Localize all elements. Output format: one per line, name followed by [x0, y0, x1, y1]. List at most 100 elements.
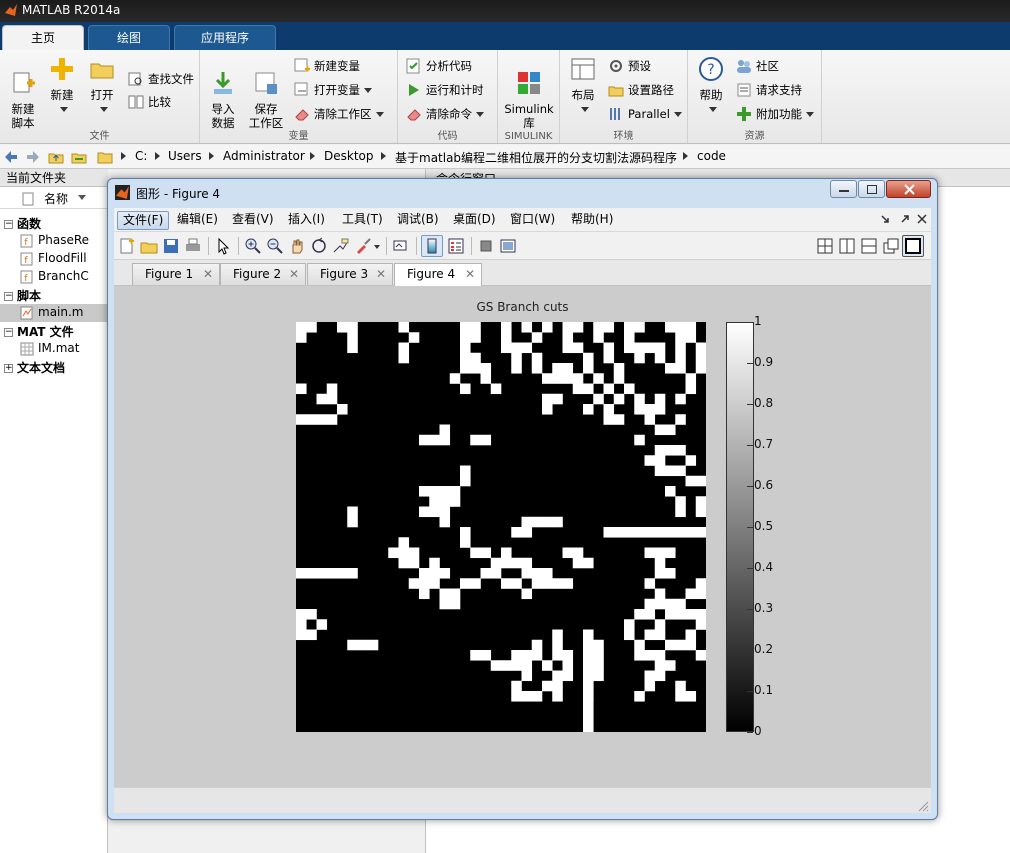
tab-figure-4[interactable]: Figure 4 ✕ [394, 263, 482, 286]
breadcrumb-item[interactable]: Desktop [324, 149, 374, 163]
tile-left-right-icon[interactable] [838, 237, 856, 255]
collapse-icon[interactable]: − [4, 220, 13, 229]
request-support-button[interactable]: 请求支持 [736, 81, 802, 99]
maximize-tile-icon[interactable] [904, 237, 922, 255]
save-icon[interactable] [162, 237, 180, 255]
collapse-icon[interactable]: − [4, 292, 13, 301]
clear-workspace-button[interactable]: 清除工作区 [294, 105, 384, 123]
tab-figure-3[interactable]: Figure 3 ✕ [307, 263, 393, 285]
close-tab-icon[interactable]: ✕ [203, 264, 213, 284]
menu-window[interactable]: 窗口(W) [505, 211, 560, 230]
new-script-button[interactable]: 新建 脚本 [6, 56, 40, 130]
new-figure-icon[interactable] [118, 237, 136, 255]
import-data-button[interactable]: 导入 数据 [206, 56, 240, 130]
open-variable-button[interactable]: 打开变量 [294, 81, 372, 99]
file-item[interactable]: IM.mat [20, 341, 79, 356]
undock-arrow-icon[interactable] [880, 214, 890, 224]
breadcrumb-item[interactable]: code [697, 149, 726, 163]
help-button[interactable]: ? 帮助 [694, 56, 728, 116]
breadcrumb-item[interactable]: Users [168, 149, 202, 163]
menu-view[interactable]: 查看(V) [227, 211, 279, 230]
pan-hand-icon[interactable] [288, 237, 306, 255]
dock-arrow-icon[interactable] [900, 214, 910, 224]
tab-figure-2[interactable]: Figure 2 ✕ [220, 263, 306, 285]
open-file-icon[interactable] [140, 237, 158, 255]
pointer-icon[interactable] [214, 237, 232, 255]
menu-edit[interactable]: 编辑(E) [172, 211, 223, 230]
brush-icon[interactable] [354, 237, 372, 255]
breadcrumb-item[interactable]: Administrator [223, 149, 305, 163]
menu-insert[interactable]: 插入(I) [283, 211, 330, 230]
community-button[interactable]: 社区 [736, 57, 779, 75]
rotate-3d-icon[interactable] [310, 237, 328, 255]
insert-colorbar-icon[interactable] [423, 237, 441, 255]
close-tab-icon[interactable]: ✕ [289, 264, 299, 284]
close-window-button[interactable] [886, 180, 931, 198]
colorbar-tick-mark [747, 363, 753, 364]
open-button[interactable]: 打开 [86, 56, 118, 116]
save-workspace-button[interactable]: 保存 工作区 [246, 56, 286, 130]
zoom-in-icon[interactable] [244, 237, 262, 255]
forward-arrow-icon[interactable] [25, 149, 41, 165]
chevron-down-icon[interactable] [374, 245, 380, 249]
print-icon[interactable] [184, 237, 202, 255]
tile-grid-icon[interactable] [816, 237, 834, 255]
preferences-button[interactable]: 预设 [608, 57, 651, 75]
collapse-icon[interactable]: − [4, 328, 13, 337]
resize-grip-icon[interactable] [917, 800, 929, 812]
tab-apps[interactable]: 应用程序 [174, 25, 276, 50]
tile-top-bottom-icon[interactable] [860, 237, 878, 255]
close-figure-icon[interactable] [917, 214, 927, 224]
file-item-selected[interactable]: main.m [20, 305, 84, 320]
hide-plot-tools-icon[interactable] [477, 237, 495, 255]
new-variable-button[interactable]: 新建变量 [294, 57, 360, 75]
add-ons-button[interactable]: 附加功能 [736, 105, 814, 123]
tree-section-mat-files[interactable]: − MAT 文件 [4, 323, 74, 340]
tab-plots[interactable]: 绘图 [88, 25, 170, 50]
menu-file[interactable]: 文件(F) [117, 211, 170, 230]
compare-button[interactable]: 比较 [128, 93, 171, 111]
data-cursor-icon[interactable] [332, 237, 350, 255]
close-tab-icon[interactable]: ✕ [465, 264, 475, 284]
minimize-button[interactable] [830, 180, 857, 198]
file-item[interactable]: f BranchC [20, 269, 89, 284]
breadcrumb-item[interactable]: 基于matlab编程二维相位展开的分支切割法源码程序 [395, 149, 677, 166]
parallel-button[interactable]: Parallel [608, 105, 682, 123]
back-arrow-icon[interactable] [3, 149, 19, 165]
show-plot-tools-icon[interactable] [499, 237, 517, 255]
float-window-icon[interactable] [882, 237, 900, 255]
ribbon-tab-row: 主页 绘图 应用程序 [0, 22, 1010, 50]
up-folder-icon[interactable] [48, 149, 64, 165]
expand-icon[interactable]: + [4, 364, 13, 373]
menu-debug[interactable]: 调试(B) [392, 211, 444, 230]
file-item[interactable]: f PhaseRe [20, 233, 89, 248]
tree-section-scripts[interactable]: − 脚本 [4, 287, 41, 304]
clear-commands-button[interactable]: 清除命令 [406, 105, 484, 123]
new-button[interactable]: 新建 [46, 56, 78, 116]
branch-cuts-image[interactable] [296, 322, 706, 732]
run-and-time-button[interactable]: 运行和计时 [406, 81, 484, 99]
browse-folder-icon[interactable] [71, 149, 87, 165]
tab-home[interactable]: 主页 [2, 25, 84, 50]
tab-figure-1[interactable]: Figure 1 ✕ [132, 263, 220, 285]
menu-tools[interactable]: 工具(T) [337, 211, 388, 230]
simulink-library-button[interactable]: Simulink 库 [504, 56, 554, 130]
menu-help[interactable]: 帮助(H) [566, 211, 618, 230]
file-item[interactable]: f FloodFill [20, 251, 87, 266]
colorbar-tick-label: 0.5 [754, 519, 774, 533]
name-column-header[interactable]: 名称 [0, 189, 108, 209]
close-tab-icon[interactable]: ✕ [376, 264, 386, 284]
analyze-code-button[interactable]: 分析代码 [406, 57, 472, 75]
menu-desktop[interactable]: 桌面(D) [448, 211, 501, 230]
tree-section-functions[interactable]: − 函数 [4, 215, 41, 232]
set-path-button[interactable]: 设置路径 [608, 81, 674, 99]
layout-button[interactable]: 布局 [566, 56, 600, 116]
link-plot-icon[interactable] [392, 237, 410, 255]
find-files-button[interactable]: 查找文件 [128, 70, 194, 88]
zoom-out-icon[interactable] [266, 237, 284, 255]
insert-legend-icon[interactable] [447, 237, 465, 255]
heatmap-cell [654, 588, 666, 600]
breadcrumb-item[interactable]: C: [135, 149, 147, 163]
tree-section-text-docs[interactable]: + 文本文档 [4, 359, 65, 376]
maximize-button[interactable] [858, 180, 885, 198]
